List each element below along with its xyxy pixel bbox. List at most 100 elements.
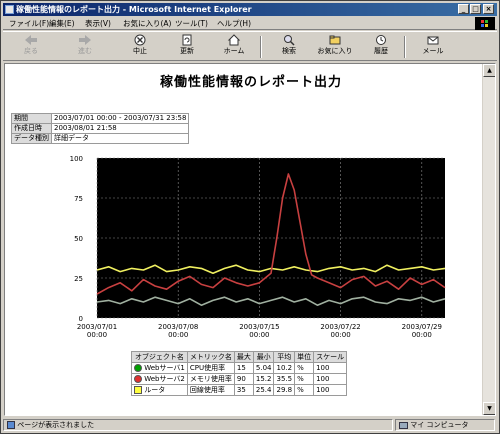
legend-unit: % xyxy=(294,373,315,385)
status-message-pane: ページが表示されました xyxy=(3,419,393,431)
back-arrow-icon xyxy=(25,35,37,45)
search-button[interactable]: 検索 xyxy=(269,34,309,60)
legend-scale: 100 xyxy=(313,384,348,396)
toolbar-separator xyxy=(404,36,406,58)
status-bar: ページが表示されました マイ コンピュータ xyxy=(3,418,497,432)
legend-header-row: オブジェクト名 メトリック名 最大 最小 平均 単位 スケール xyxy=(131,351,348,363)
legend-max: 15 xyxy=(233,362,254,374)
legend-object: Webサーバ1 xyxy=(131,362,188,374)
legend-header: 平均 xyxy=(273,351,296,363)
legend-table: オブジェクト名 メトリック名 最大 最小 平均 単位 スケール Webサーバ1 … xyxy=(131,351,348,396)
toolbar-separator xyxy=(260,36,262,58)
legend-unit: % xyxy=(294,362,315,374)
legend-row: Webサーバ1 CPU使用率 15 5.04 10.2 % 100 xyxy=(131,362,348,374)
page-title: 稼働性能情報のレポート出力 xyxy=(159,75,342,90)
ie-icon xyxy=(5,5,14,14)
legend-metric: CPU使用率 xyxy=(186,362,235,374)
status-message: ページが表示されました xyxy=(17,421,95,429)
legend-header: 最小 xyxy=(252,351,275,363)
scroll-up-arrow-icon[interactable]: ▲ xyxy=(483,64,495,77)
history-button[interactable]: 履歴 xyxy=(361,34,401,60)
maximize-button[interactable]: □ xyxy=(470,4,481,14)
favorites-folder-icon xyxy=(329,35,341,45)
home-button[interactable]: ホーム xyxy=(214,34,254,60)
search-icon xyxy=(284,35,295,46)
refresh-button[interactable]: 更新 xyxy=(167,34,207,60)
performance-line-chart: 02550751002003/07/0100:002003/07/0800:00… xyxy=(70,156,446,339)
menu-favorites[interactable]: お気に入り(A) xyxy=(123,18,171,29)
red-circle-marker-icon xyxy=(134,375,142,383)
favorites-button[interactable]: お気に入り xyxy=(315,34,355,60)
window-title: 稼働性能情報のレポート出力 - Microsoft Internet Explo… xyxy=(16,5,252,14)
legend-header: オブジェクト名 xyxy=(131,351,188,363)
legend-header: 単位 xyxy=(294,351,315,363)
legend-scale: 100 xyxy=(313,373,348,385)
stop-button[interactable]: 中止 xyxy=(120,34,160,60)
x-tick-label: 00:00 xyxy=(331,331,351,339)
x-tick-label: 2003/07/15 xyxy=(239,323,279,331)
legend-row: ルータ 回線使用率 35 25.4 29.8 % 100 xyxy=(131,384,348,396)
x-tick-label: 00:00 xyxy=(412,331,432,339)
page-done-icon xyxy=(7,421,15,429)
home-icon xyxy=(227,34,241,46)
x-tick-label: 00:00 xyxy=(168,331,188,339)
legend-avg: 29.8 xyxy=(273,384,296,396)
stop-icon xyxy=(134,34,146,46)
legend-object: Webサーバ2 xyxy=(131,373,188,385)
legend-avg: 35.5 xyxy=(273,373,296,385)
period-value: 2003/07/01 00:00 - 2003/07/31 23:58 xyxy=(50,113,190,124)
green-circle-marker-icon xyxy=(134,364,142,372)
menu-view[interactable]: 表示(V) xyxy=(85,18,111,29)
y-tick-label: 0 xyxy=(79,315,83,323)
page-content: 稼働性能情報のレポート出力 期間 2003/07/01 00:00 - 2003… xyxy=(4,63,496,416)
menu-bar: ファイル(F) 編集(E) 表示(V) お気に入り(A) ツール(T) ヘルプ(… xyxy=(3,17,497,30)
y-tick-label: 50 xyxy=(74,235,83,243)
legend-header: スケール xyxy=(313,351,348,363)
menu-help[interactable]: ヘルプ(H) xyxy=(217,18,251,29)
legend-max: 35 xyxy=(233,384,254,396)
legend-header: 最大 xyxy=(233,351,254,363)
refresh-icon xyxy=(182,34,192,46)
legend-metric: 回線使用率 xyxy=(186,384,235,396)
data-type-label: データ種別 xyxy=(11,133,52,144)
y-tick-label: 100 xyxy=(70,156,83,163)
x-tick-label: 2003/07/08 xyxy=(158,323,198,331)
vertical-scrollbar[interactable]: ▲ ▼ xyxy=(482,64,495,415)
menu-tools[interactable]: ツール(T) xyxy=(175,18,208,29)
history-icon xyxy=(376,35,386,45)
created-value: 2003/08/01 21:58 xyxy=(50,123,190,134)
windows-logo-icon xyxy=(475,17,495,30)
scroll-down-arrow-icon[interactable]: ▼ xyxy=(483,402,495,415)
legend-object: ルータ xyxy=(131,384,188,396)
security-zone: マイ コンピュータ xyxy=(410,421,469,429)
data-type-value: 詳細データ xyxy=(50,133,190,144)
status-zone-pane: マイ コンピュータ xyxy=(395,419,495,431)
legend-scale: 100 xyxy=(313,362,348,374)
legend-min: 25.4 xyxy=(252,384,275,396)
menu-edit[interactable]: 編集(E) xyxy=(49,18,75,29)
close-button[interactable]: × xyxy=(483,4,494,14)
my-computer-icon xyxy=(399,421,408,429)
created-label: 作成日時 xyxy=(11,123,52,134)
legend-min: 5.04 xyxy=(252,362,275,374)
y-tick-label: 75 xyxy=(74,195,83,203)
y-tick-label: 25 xyxy=(74,275,83,283)
browser-window: 稼働性能情報のレポート出力 - Microsoft Internet Explo… xyxy=(0,0,500,434)
forward-arrow-icon xyxy=(79,35,91,45)
period-label: 期間 xyxy=(11,113,52,124)
x-tick-label: 2003/07/29 xyxy=(402,323,442,331)
report-info-table: 期間 2003/07/01 00:00 - 2003/07/31 23:58 作… xyxy=(11,113,190,144)
legend-header: メトリック名 xyxy=(186,351,235,363)
x-tick-label: 00:00 xyxy=(249,331,269,339)
back-button[interactable]: 戻る xyxy=(11,34,51,60)
menu-file[interactable]: ファイル(F) xyxy=(9,18,49,29)
minimize-button[interactable]: _ xyxy=(458,4,469,14)
legend-unit: % xyxy=(294,384,315,396)
legend-row: Webサーバ2 メモリ使用率 90 15.2 35.5 % 100 xyxy=(131,373,348,385)
x-tick-label: 2003/07/01 xyxy=(77,323,117,331)
title-bar: 稼働性能情報のレポート出力 - Microsoft Internet Explo… xyxy=(3,3,497,16)
forward-button[interactable]: 進む xyxy=(65,34,105,60)
x-tick-label: 2003/07/22 xyxy=(320,323,360,331)
mail-icon xyxy=(427,36,439,45)
mail-button[interactable]: メール xyxy=(413,34,453,60)
